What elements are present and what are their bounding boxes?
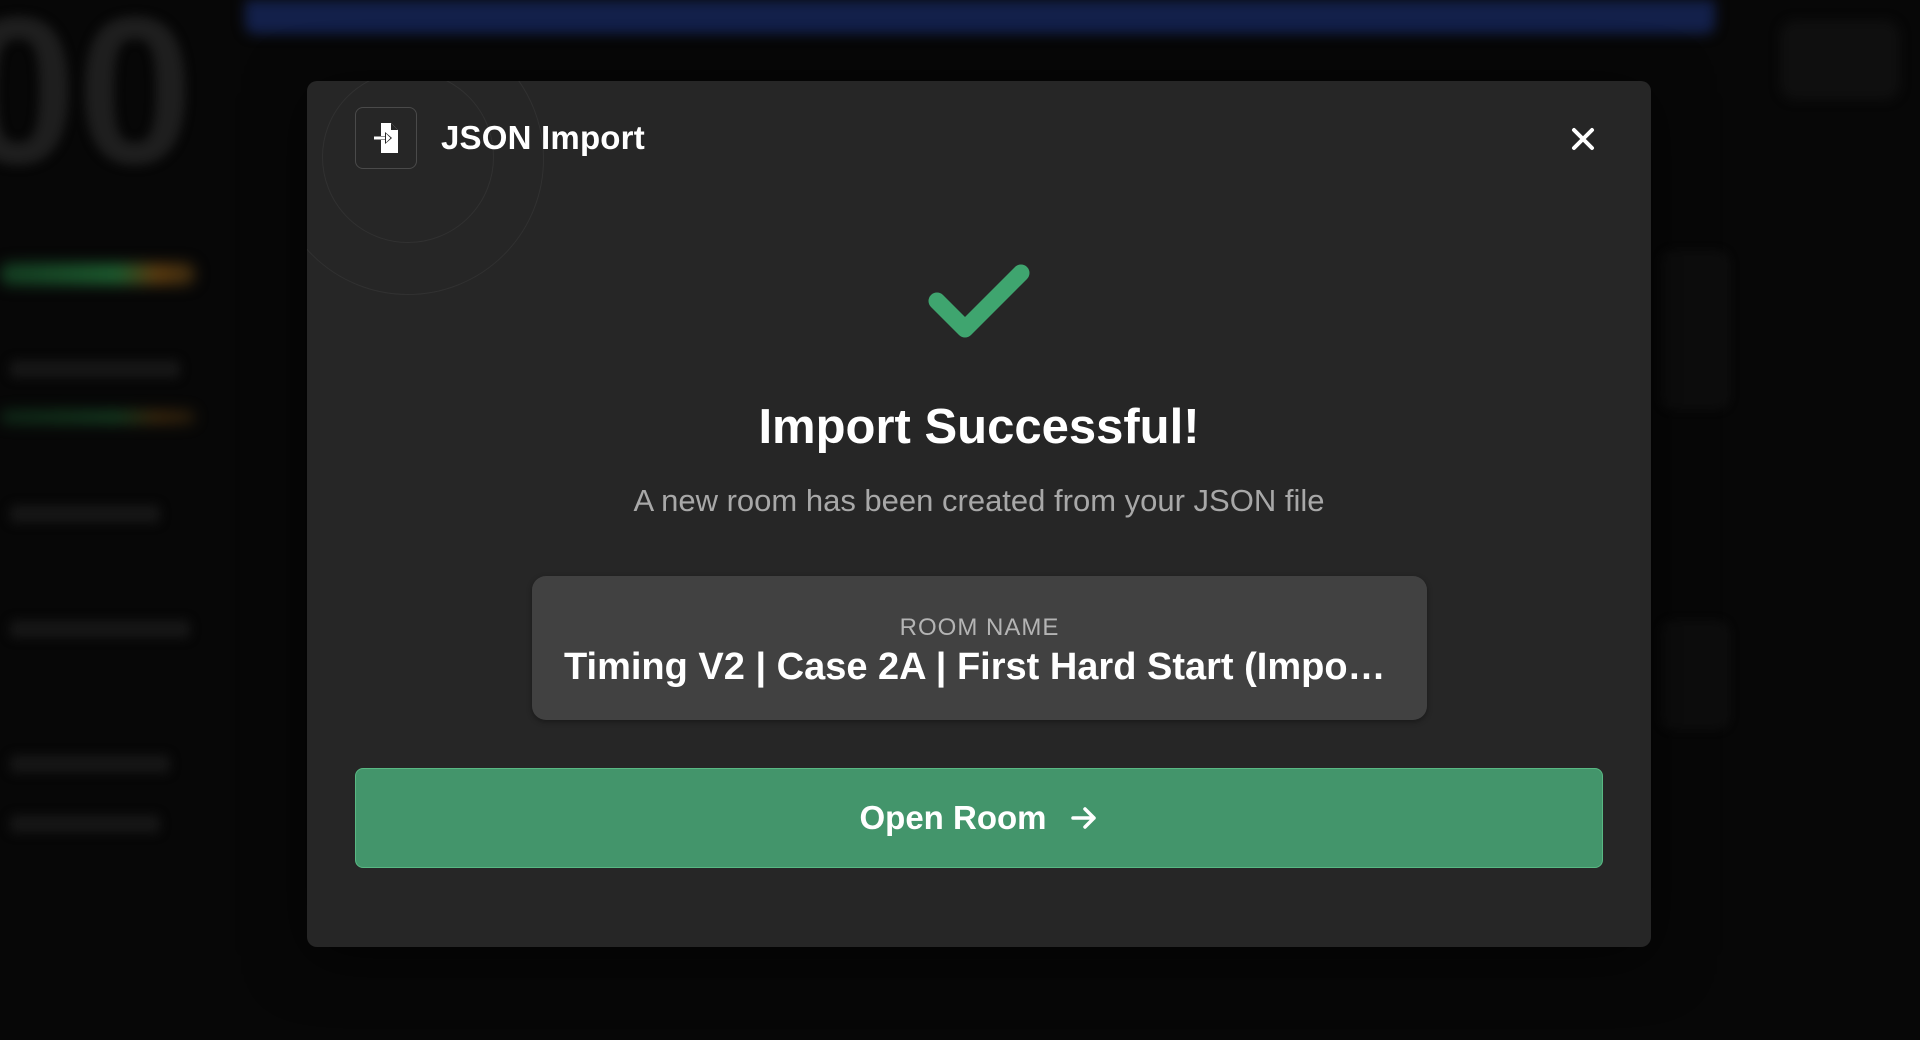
background-header-bar <box>245 0 1715 34</box>
checkmark-icon <box>928 264 1030 338</box>
json-import-dialog: JSON Import Import Successful! A new roo… <box>307 81 1651 947</box>
open-room-button[interactable]: Open Room <box>355 768 1603 868</box>
room-name-label: ROOM NAME <box>899 614 1060 641</box>
arrow-right-icon <box>1069 803 1099 833</box>
room-name-card: ROOM NAME Timing V2 | Case 2A | First Ha… <box>532 576 1427 720</box>
background-panel <box>1660 620 1730 730</box>
close-icon <box>1572 128 1594 150</box>
background-progress-bar <box>0 263 195 285</box>
open-room-label: Open Room <box>859 799 1047 836</box>
background-progress-bar <box>0 410 195 424</box>
background-sidebar-row <box>10 620 190 638</box>
background-sidebar-row <box>10 505 160 523</box>
dialog-header: JSON Import <box>355 107 645 169</box>
file-import-icon <box>355 107 417 169</box>
room-name-value: Timing V2 | Case 2A | First Hard Start (… <box>564 646 1395 688</box>
background-panel <box>1660 250 1730 410</box>
background-widget <box>1780 20 1900 100</box>
background-sidebar-row <box>10 360 180 378</box>
background-sidebar-row <box>10 815 160 833</box>
background-sidebar-row <box>10 755 170 773</box>
background-timer-digits: 00 <box>0 0 194 208</box>
success-message: A new room has been created from your JS… <box>633 483 1325 518</box>
close-button[interactable] <box>1563 119 1603 159</box>
success-title: Import Successful! <box>758 400 1200 454</box>
dialog-title: JSON Import <box>441 119 645 156</box>
